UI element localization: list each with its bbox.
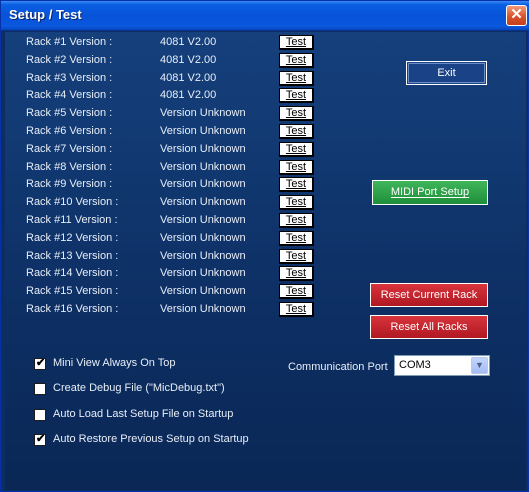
- checkbox[interactable]: ✔: [34, 357, 46, 370]
- rack-version: Version Unknown: [160, 285, 246, 297]
- exit-button[interactable]: Exit: [406, 61, 487, 85]
- test-button-rack-9[interactable]: Test: [279, 177, 314, 192]
- rack-label: Rack #12 Version :: [26, 232, 119, 244]
- rack-label: Rack #15 Version :: [26, 285, 119, 297]
- communication-port-select[interactable]: COM3 ▼: [394, 355, 490, 376]
- test-button-rack-14[interactable]: Test: [279, 266, 314, 281]
- reset-all-racks-button[interactable]: Reset All Racks: [370, 315, 488, 339]
- rack-label: Rack #13 Version :: [26, 250, 119, 262]
- rack-label: Rack #7 Version :: [26, 143, 113, 155]
- test-button-rack-7[interactable]: Test: [279, 142, 314, 157]
- rack-label: Rack #8 Version :: [26, 161, 113, 173]
- rack-label: Rack #2 Version :: [26, 54, 113, 66]
- test-button-rack-1[interactable]: Test: [279, 35, 314, 50]
- rack-version: Version Unknown: [160, 232, 246, 244]
- checkbox[interactable]: [34, 409, 46, 421]
- checkbox[interactable]: ✔: [34, 433, 46, 446]
- rack-version: Version Unknown: [160, 303, 246, 315]
- test-button-rack-16[interactable]: Test: [279, 302, 314, 317]
- rack-label: Rack #1 Version :: [26, 36, 113, 48]
- chevron-down-icon[interactable]: ▼: [471, 357, 488, 374]
- rack-label: Rack #16 Version :: [26, 303, 119, 315]
- rack-version: 4081 V2.00: [160, 72, 217, 84]
- rack-label: Rack #5 Version :: [26, 107, 113, 119]
- communication-port-label: Communication Port: [288, 361, 388, 373]
- reset-current-rack-button[interactable]: Reset Current Rack: [370, 283, 488, 307]
- test-button-rack-15[interactable]: Test: [279, 284, 314, 299]
- title-bar[interactable]: Setup / Test ✕: [1, 1, 529, 31]
- test-button-rack-8[interactable]: Test: [279, 160, 314, 175]
- setup-test-window: Setup / Test ✕ Rack #1 Version : 4081 V2.…: [0, 0, 529, 492]
- test-button-rack-6[interactable]: Test: [279, 124, 314, 139]
- test-button-rack-2[interactable]: Test: [279, 53, 314, 68]
- rack-version: Version Unknown: [160, 267, 246, 279]
- rack-version: Version Unknown: [160, 125, 246, 137]
- rack-version: 4081 V2.00: [160, 89, 217, 101]
- rack-label: Rack #11 Version :: [26, 214, 118, 226]
- rack-version: Version Unknown: [160, 143, 246, 155]
- rack-version: Version Unknown: [160, 214, 246, 226]
- midi-port-setup-button[interactable]: MIDI Port Setup: [372, 180, 488, 205]
- test-button-rack-10[interactable]: Test: [279, 195, 314, 210]
- window-title: Setup / Test: [9, 7, 82, 22]
- rack-label: Rack #3 Version :: [26, 72, 113, 84]
- test-button-rack-5[interactable]: Test: [279, 106, 314, 121]
- rack-version: 4081 V2.00: [160, 54, 217, 66]
- option-label: Auto Load Last Setup File on Startup: [53, 408, 234, 420]
- checkbox[interactable]: [34, 383, 46, 395]
- rack-version: Version Unknown: [160, 161, 246, 173]
- close-button[interactable]: ✕: [506, 5, 527, 26]
- rack-label: Rack #9 Version :: [26, 178, 113, 190]
- test-button-rack-13[interactable]: Test: [279, 249, 314, 264]
- rack-label: Rack #6 Version :: [26, 125, 113, 137]
- rack-label: Rack #10 Version :: [26, 196, 119, 208]
- checkmark-icon: ✔: [36, 357, 46, 369]
- rack-label: Rack #4 Version :: [26, 89, 113, 101]
- rack-version: Version Unknown: [160, 107, 246, 119]
- test-button-rack-12[interactable]: Test: [279, 231, 314, 246]
- rack-version: Version Unknown: [160, 196, 246, 208]
- rack-label: Rack #14 Version :: [26, 267, 119, 279]
- close-icon: ✕: [510, 6, 523, 23]
- checkmark-icon: ✔: [36, 433, 46, 445]
- rack-version: Version Unknown: [160, 178, 246, 190]
- option-label: Mini View Always On Top: [53, 357, 176, 369]
- option-label: Create Debug File ("MicDebug.txt"): [53, 382, 225, 394]
- test-button-rack-4[interactable]: Test: [279, 88, 314, 103]
- test-button-rack-3[interactable]: Test: [279, 71, 314, 86]
- option-label: Auto Restore Previous Setup on Startup: [53, 433, 249, 445]
- rack-version: 4081 V2.00: [160, 36, 217, 48]
- communication-port-value: COM3: [399, 359, 431, 371]
- rack-version: Version Unknown: [160, 250, 246, 262]
- test-button-rack-11[interactable]: Test: [279, 213, 314, 228]
